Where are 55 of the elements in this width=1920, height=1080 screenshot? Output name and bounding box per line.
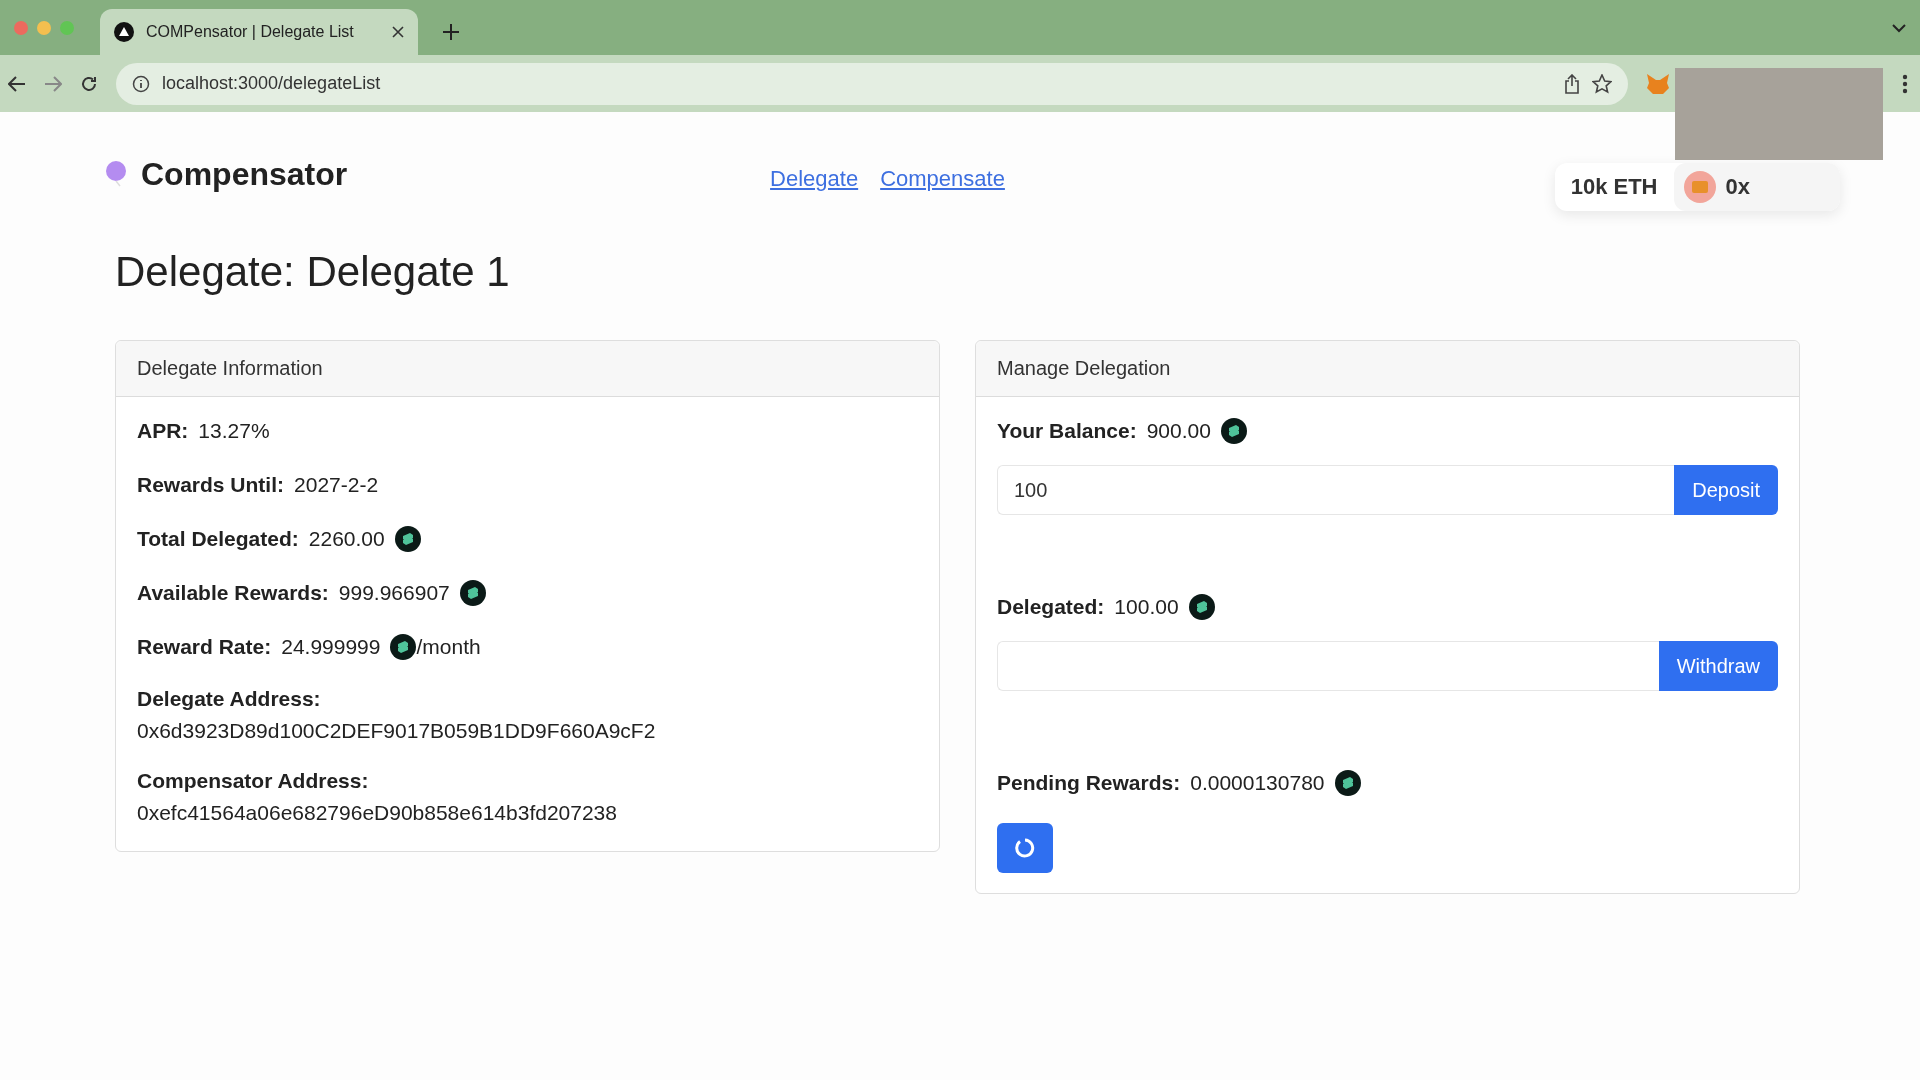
field-label: Available Rewards: — [137, 581, 329, 605]
coin-icon — [1220, 418, 1247, 444]
menu-icon[interactable] — [1902, 73, 1908, 94]
field-value: 0x6d3923D89d100C2DEF9017B059B1DD9F660A9cF2 — [137, 719, 657, 743]
avatar-icon — [1683, 171, 1716, 203]
brand-name: Compensator — [141, 155, 348, 193]
action-button[interactable]: Withdraw — [1658, 641, 1778, 691]
chevron-down-icon[interactable] — [1892, 22, 1906, 33]
balloon-icon — [105, 161, 127, 187]
address-bar[interactable]: localhost:3000/delegateList — [116, 62, 1628, 105]
page-title: Delegate: Delegate 1 — [115, 248, 511, 296]
tab-title: COMPensator | Delegate List — [146, 23, 355, 41]
field-value: 2260.00 — [308, 527, 385, 551]
field-value: 999.966907 — [338, 581, 450, 605]
amount-input[interactable]: 100 — [997, 465, 1675, 515]
share-icon[interactable] — [1564, 73, 1580, 94]
field-label: Your Balance: — [997, 419, 1137, 443]
action-button[interactable]: Deposit — [1674, 465, 1778, 515]
coin-icon — [1188, 594, 1215, 620]
field-value: 100.00 — [1114, 595, 1179, 619]
refresh-icon — [1014, 837, 1036, 859]
wallet-address: 0x — [1725, 174, 1750, 200]
card-header: Manage Delegation — [976, 341, 1799, 397]
nav-link[interactable]: Delegate — [770, 166, 859, 192]
field-label: Total Delegated: — [137, 527, 299, 551]
field-label: APR: — [137, 419, 189, 443]
coin-icon — [1334, 770, 1361, 796]
info-icon — [132, 74, 150, 93]
field-label: Reward Rate: — [137, 635, 272, 659]
unit-text: /month — [416, 635, 481, 659]
field-value: 900.00 — [1146, 419, 1211, 443]
star-icon[interactable] — [1592, 73, 1612, 94]
nav-link[interactable]: Compensate — [880, 166, 1005, 192]
field-value: 24.999999 — [281, 635, 381, 659]
field-label: Pending Rewards: — [997, 771, 1181, 795]
amount-input[interactable] — [997, 641, 1659, 691]
close-icon[interactable] — [392, 26, 404, 38]
field-value: 13.27% — [198, 419, 270, 443]
card-header: Delegate Information — [116, 341, 939, 397]
field-value: 0.0000130780 — [1190, 771, 1325, 795]
reload-icon[interactable] — [80, 74, 98, 93]
field-label: Rewards Until: — [137, 473, 285, 497]
field-label: Compensator Address: — [137, 769, 370, 793]
field-value: 0xefc41564a06e682796eD90b858e614b3fd207238 — [137, 801, 618, 825]
new-tab-icon[interactable] — [442, 23, 460, 41]
browser-tab[interactable]: COMPensator | Delegate List — [100, 9, 418, 55]
refresh-button[interactable] — [997, 823, 1053, 873]
triangle-logo-icon — [114, 22, 134, 42]
wallet-widget[interactable]: 10k ETH 0x — [1554, 163, 1840, 211]
eth-balance: 10k ETH — [1569, 174, 1659, 200]
field-value: 2027-2-2 — [294, 473, 379, 497]
url-text: localhost:3000/delegateList — [162, 73, 382, 94]
field-label: Delegated: — [997, 595, 1105, 619]
back-icon[interactable] — [8, 75, 26, 92]
field-label: Delegate Address: — [137, 687, 322, 711]
